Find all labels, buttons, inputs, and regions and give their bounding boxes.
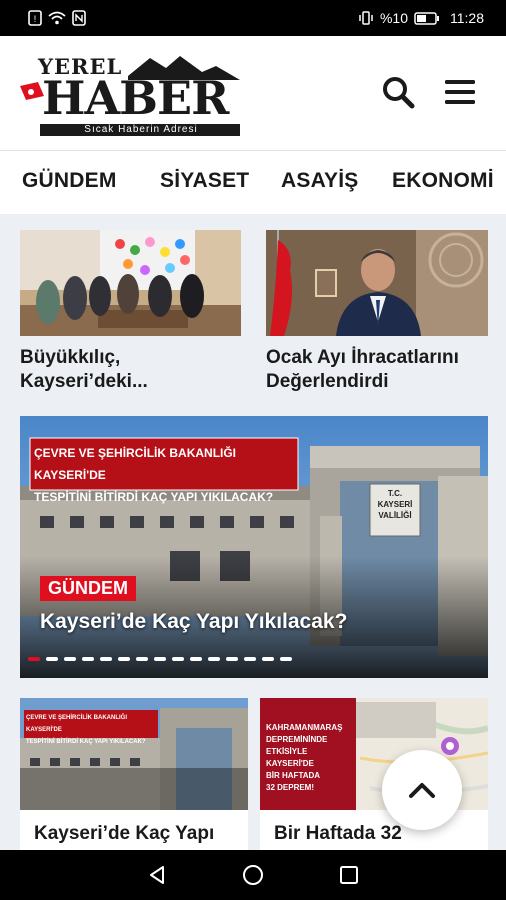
slider-dot[interactable]	[208, 657, 220, 661]
logo-main-text: HABER	[42, 71, 229, 125]
back-icon[interactable]	[146, 864, 168, 886]
sign-line: VALİLİĞİ	[378, 511, 412, 520]
slider-dot[interactable]	[100, 657, 112, 661]
slider-dot[interactable]	[28, 657, 40, 661]
nav-item-ekonomi[interactable]: EKONOMİ	[392, 169, 494, 193]
nav-item-siyaset[interactable]: SİYASET	[160, 169, 249, 193]
thumb-banner-line: TESPİTİNİ BİTİRDİ KAÇ YAPI YIKILACAK?	[26, 739, 146, 745]
news-title-line: Değerlendirdi	[266, 371, 389, 392]
news-title: Kayseri’de Kaç Yapı	[34, 823, 215, 844]
building-sign: T.C. KAYSERİ VALİLİĞİ	[372, 488, 418, 521]
news-title: Bir Haftada 32	[274, 823, 402, 844]
slider-dot[interactable]	[244, 657, 256, 661]
thumb-overlay-line: DEPREMİNİNDE	[266, 735, 328, 744]
search-button[interactable]	[378, 72, 418, 112]
slider-dot[interactable]	[262, 657, 274, 661]
thumb-overlay-line: ETKİSİYLE	[266, 747, 308, 756]
news-feed: Büyükkılıç, Kayseri’deki... Ocak Ayı İhr…	[0, 214, 506, 850]
thumb-overlay-line: BİR HAFTADA	[266, 771, 321, 780]
slider-dot[interactable]	[46, 657, 58, 661]
slider-dot[interactable]	[82, 657, 94, 661]
thumb-overlay-line: KAHRAMANMARAŞ	[266, 723, 343, 732]
battery-percent: %10	[379, 10, 408, 26]
news-thumbnail	[266, 230, 488, 336]
hamburger-menu-icon	[445, 80, 475, 104]
slider-pagination	[28, 657, 292, 661]
news-card[interactable]: ÇEVRE VE ŞEHİRCİLİK BAKANLIĞI KAYSERİ'DE…	[20, 698, 248, 850]
news-title-line: Büyükkılıç,	[20, 347, 121, 368]
sim-icon: !	[28, 10, 42, 26]
thumb-overlay-line: 32 DEPREM!	[266, 783, 315, 792]
slider-dot[interactable]	[136, 657, 148, 661]
nav-item-gundem[interactable]: GÜNDEM	[22, 169, 117, 193]
search-icon	[383, 77, 415, 109]
meeting-photo	[20, 230, 241, 336]
news-thumbnail	[20, 230, 241, 336]
chevron-up-icon	[409, 783, 435, 798]
recents-icon[interactable]	[338, 864, 360, 886]
battery-icon	[414, 11, 439, 25]
news-title: Ocak Ayı İhracatlarını Değerlendirdi	[266, 346, 488, 394]
category-badge[interactable]: GÜNDEM	[40, 576, 136, 601]
news-title-line: Kayseri’deki...	[20, 371, 148, 392]
headline-slider[interactable]: ÇEVRE VE ŞEHİRCİLİK BAKANLIĞI KAYSERİ'DE…	[20, 416, 488, 678]
slider-dot[interactable]	[280, 657, 292, 661]
slider-dot[interactable]	[172, 657, 184, 661]
sign-line: T.C.	[387, 489, 403, 498]
clock: 11:28	[450, 10, 484, 26]
vibrate-icon	[359, 11, 373, 25]
thumb-overlay-line: KAYSERİ'DE	[266, 759, 314, 768]
nav-item-asayis[interactable]: ASAYİŞ	[281, 169, 358, 193]
slide-banner-line: TESPİTİNİ BİTİRDİ KAÇ YAPI YIKILACAK?	[34, 490, 274, 504]
svg-text:!: !	[34, 14, 37, 24]
logo-tagline: Sıcak Haberin Adresi	[84, 124, 198, 135]
wifi-icon	[48, 11, 66, 25]
menu-button[interactable]	[440, 72, 480, 112]
slider-dot[interactable]	[190, 657, 202, 661]
nfc-icon	[72, 10, 86, 26]
thumb-banner: ÇEVRE VE ŞEHİRCİLİK BAKANLIĞI KAYSERİ'DE…	[26, 712, 158, 748]
site-logo[interactable]: YEREL HABER Sıcak Haberin Adresi	[20, 50, 242, 136]
news-thumbnail: ÇEVRE VE ŞEHİRCİLİK BAKANLIĞI KAYSERİ'DE…	[20, 698, 248, 810]
home-icon[interactable]	[241, 863, 265, 887]
slide-title[interactable]: Kayseri’de Kaç Yapı Yıkılacak?	[40, 610, 347, 634]
news-title-line: Ocak Ayı İhracatlarını	[266, 347, 459, 368]
sign-line: KAYSERİ	[377, 500, 413, 509]
app-header: YEREL HABER Sıcak Haberin Adresi	[0, 36, 506, 150]
news-card[interactable]: Ocak Ayı İhracatlarını Değerlendirdi	[266, 230, 488, 400]
official-portrait-photo	[266, 230, 488, 336]
thumb-overlay-text: KAHRAMANMARAŞ DEPREMİNİNDE ETKİSİYLE KAYSER…	[266, 722, 354, 794]
slide-banner: ÇEVRE VE ŞEHİRCİLİK BAKANLIĞI KAYSERİ'DE…	[34, 442, 296, 508]
thumb-banner-line: ÇEVRE VE ŞEHİRCİLİK BAKANLIĞI KAYSERİ'DE	[26, 715, 128, 733]
news-title: Büyükkılıç, Kayseri’deki...	[20, 346, 241, 394]
scroll-to-top-button[interactable]	[382, 750, 462, 830]
slider-dot[interactable]	[64, 657, 76, 661]
system-nav-bar	[0, 850, 506, 900]
news-card[interactable]: Büyükkılıç, Kayseri’deki...	[20, 230, 241, 400]
category-nav: GÜNDEM SİYASET ASAYİŞ EKONOMİ	[0, 150, 506, 214]
status-bar: ! %10 11:28	[0, 0, 506, 36]
slide-banner-line: ÇEVRE VE ŞEHİRCİLİK BAKANLIĞI KAYSERİ'DE	[34, 446, 237, 482]
slider-dot[interactable]	[226, 657, 238, 661]
slider-dot[interactable]	[118, 657, 130, 661]
slider-dot[interactable]	[154, 657, 166, 661]
